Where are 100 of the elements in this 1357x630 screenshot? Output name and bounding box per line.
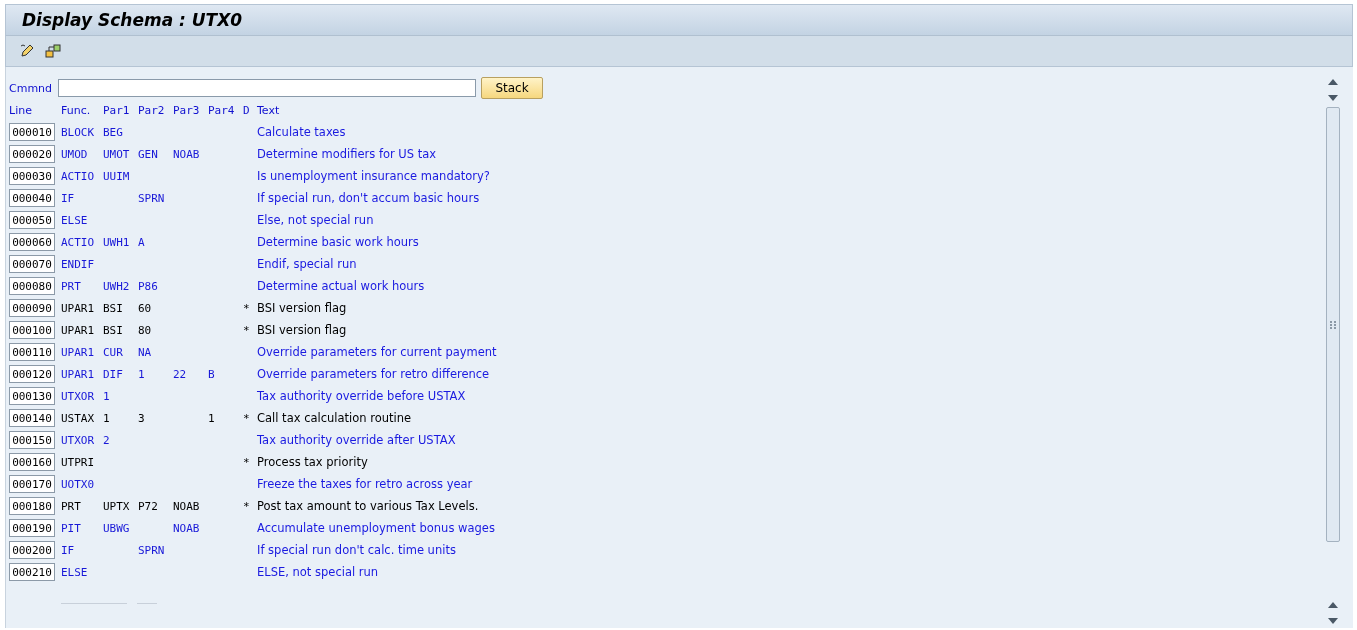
description-text: ELSE, not special run <box>257 565 380 579</box>
code-cell-text: ENDIF <box>61 257 96 271</box>
code-cell-text: NA <box>138 345 153 359</box>
code-cell-text: BSI <box>103 323 124 337</box>
code-cell-text: B <box>208 367 216 381</box>
code-cell-text: CUR <box>103 345 124 359</box>
scrollbar-thumb[interactable] <box>1326 107 1340 542</box>
code-cell-text: ELSE <box>61 565 89 579</box>
code-cell-text: BEG <box>103 125 124 139</box>
code-cell-text: SPRN <box>138 191 166 205</box>
code-cell-text: ACTIO <box>61 235 96 249</box>
pencil-icon[interactable] <box>18 42 36 60</box>
line-number-field[interactable]: 000160 <box>9 453 55 471</box>
code-cell-text: 1 <box>103 411 111 425</box>
code-cell-text: UTPRI <box>61 455 96 469</box>
code-cell-text: UMOT <box>103 147 131 161</box>
hierarchy-icon[interactable] <box>44 42 62 60</box>
description-text: Else, not special run <box>257 213 375 227</box>
line-number-field[interactable]: 000030 <box>9 167 55 185</box>
line-number-field[interactable]: 000010 <box>9 123 55 141</box>
line-number-field[interactable]: 000100 <box>9 321 55 339</box>
code-cell-text: ELSE <box>61 213 89 227</box>
code-cell-text: UOTX0 <box>61 477 96 491</box>
code-cell-text: UMOD <box>61 147 89 161</box>
description-text: Determine modifiers for US tax <box>257 147 438 161</box>
code-cell-text: 80 <box>138 323 153 337</box>
column-header: Func. <box>61 103 92 117</box>
code-cell-text: IF <box>61 191 76 205</box>
code-cell-text: UPAR1 <box>61 367 96 381</box>
description-text: Tax authority override before USTAX <box>257 389 467 403</box>
line-number-field[interactable]: 000210 <box>9 563 55 581</box>
line-number-field[interactable]: 000040 <box>9 189 55 207</box>
line-number-field[interactable]: 000180 <box>9 497 55 515</box>
code-cell-text: UBWG <box>103 521 131 535</box>
description-text: Calculate taxes <box>257 125 347 139</box>
description-text: If special run don't calc. time units <box>257 543 457 557</box>
command-label: Cmmnd <box>9 81 53 95</box>
code-cell-text: BSI <box>103 301 124 315</box>
description-text: Determine basic work hours <box>257 235 420 249</box>
line-number-field[interactable]: 000090 <box>9 299 55 317</box>
line-number-field[interactable]: 000150 <box>9 431 55 449</box>
line-number-field[interactable]: 000190 <box>9 519 55 537</box>
line-number-field[interactable]: 000110 <box>9 343 55 361</box>
stack-button[interactable]: Stack <box>481 77 543 99</box>
column-header: Par2 <box>138 103 166 117</box>
line-number-field[interactable]: 000050 <box>9 211 55 229</box>
column-header: Par4 <box>208 103 236 117</box>
line-number-field[interactable]: 000120 <box>9 365 55 383</box>
code-cell-text: SPRN <box>138 543 166 557</box>
description-text: Tax authority override after USTAX <box>257 433 457 447</box>
code-cell-text: NOAB <box>173 147 201 161</box>
code-cell-text: ACTIO <box>61 169 96 183</box>
code-cell-text: PIT <box>61 521 82 535</box>
code-cell-text: IF <box>61 543 76 557</box>
code-cell-text: UTXOR <box>61 433 96 447</box>
description-text: Accumulate unemployment bonus wages <box>257 521 496 535</box>
code-cell-text: 1 <box>208 411 216 425</box>
column-header: Par1 <box>103 103 131 117</box>
description-text: Post tax amount to various Tax Levels. <box>257 499 480 513</box>
code-cell-text: USTAX <box>61 411 96 425</box>
comment-marker: * <box>243 455 251 469</box>
code-cell-text: BLOCK <box>61 125 96 139</box>
description-text: Call tax calculation routine <box>257 411 413 425</box>
description-text: BSI version flag <box>257 301 348 315</box>
line-number-field[interactable]: 000080 <box>9 277 55 295</box>
description-text: BSI version flag <box>257 323 348 337</box>
comment-marker: * <box>243 411 251 425</box>
code-cell-text: P72 <box>138 499 159 513</box>
code-cell-text: 1 <box>138 367 146 381</box>
description-text: Override parameters for retro difference <box>257 367 491 381</box>
line-number-field[interactable]: 000140 <box>9 409 55 427</box>
column-header: Par3 <box>173 103 201 117</box>
code-cell-text: PRT <box>61 279 82 293</box>
line-number-field[interactable]: 000020 <box>9 145 55 163</box>
code-cell-text: UTXOR <box>61 389 96 403</box>
code-cell-text: UPAR1 <box>61 301 96 315</box>
code-cell-text: UWH2 <box>103 279 131 293</box>
code-cell-text: 2 <box>103 433 111 447</box>
code-cell-text: A <box>138 235 146 249</box>
code-cell-text: NOAB <box>173 521 201 535</box>
comment-marker: * <box>243 301 251 315</box>
column-header: Line <box>9 103 33 117</box>
window-title: Display Schema : UTX0 <box>22 10 243 30</box>
code-cell-text: P86 <box>138 279 159 293</box>
code-cell-text: NOAB <box>173 499 201 513</box>
description-text: Freeze the taxes for retro across year <box>257 477 474 491</box>
code-cell-text: UWH1 <box>103 235 131 249</box>
code-cell-text: UPTX <box>103 499 131 513</box>
code-cell-text: UPAR1 <box>61 345 96 359</box>
line-number-field[interactable]: 000200 <box>9 541 55 559</box>
code-cell-text: 60 <box>138 301 153 315</box>
line-number-field[interactable]: 000170 <box>9 475 55 493</box>
line-number-field[interactable]: 000060 <box>9 233 55 251</box>
line-number-field[interactable]: 000130 <box>9 387 55 405</box>
column-header: D <box>243 103 251 117</box>
code-cell-text: UPAR1 <box>61 323 96 337</box>
command-field[interactable] <box>58 79 476 97</box>
code-cell-text: 3 <box>138 411 146 425</box>
column-header: Text <box>257 103 281 117</box>
line-number-field[interactable]: 000070 <box>9 255 55 273</box>
